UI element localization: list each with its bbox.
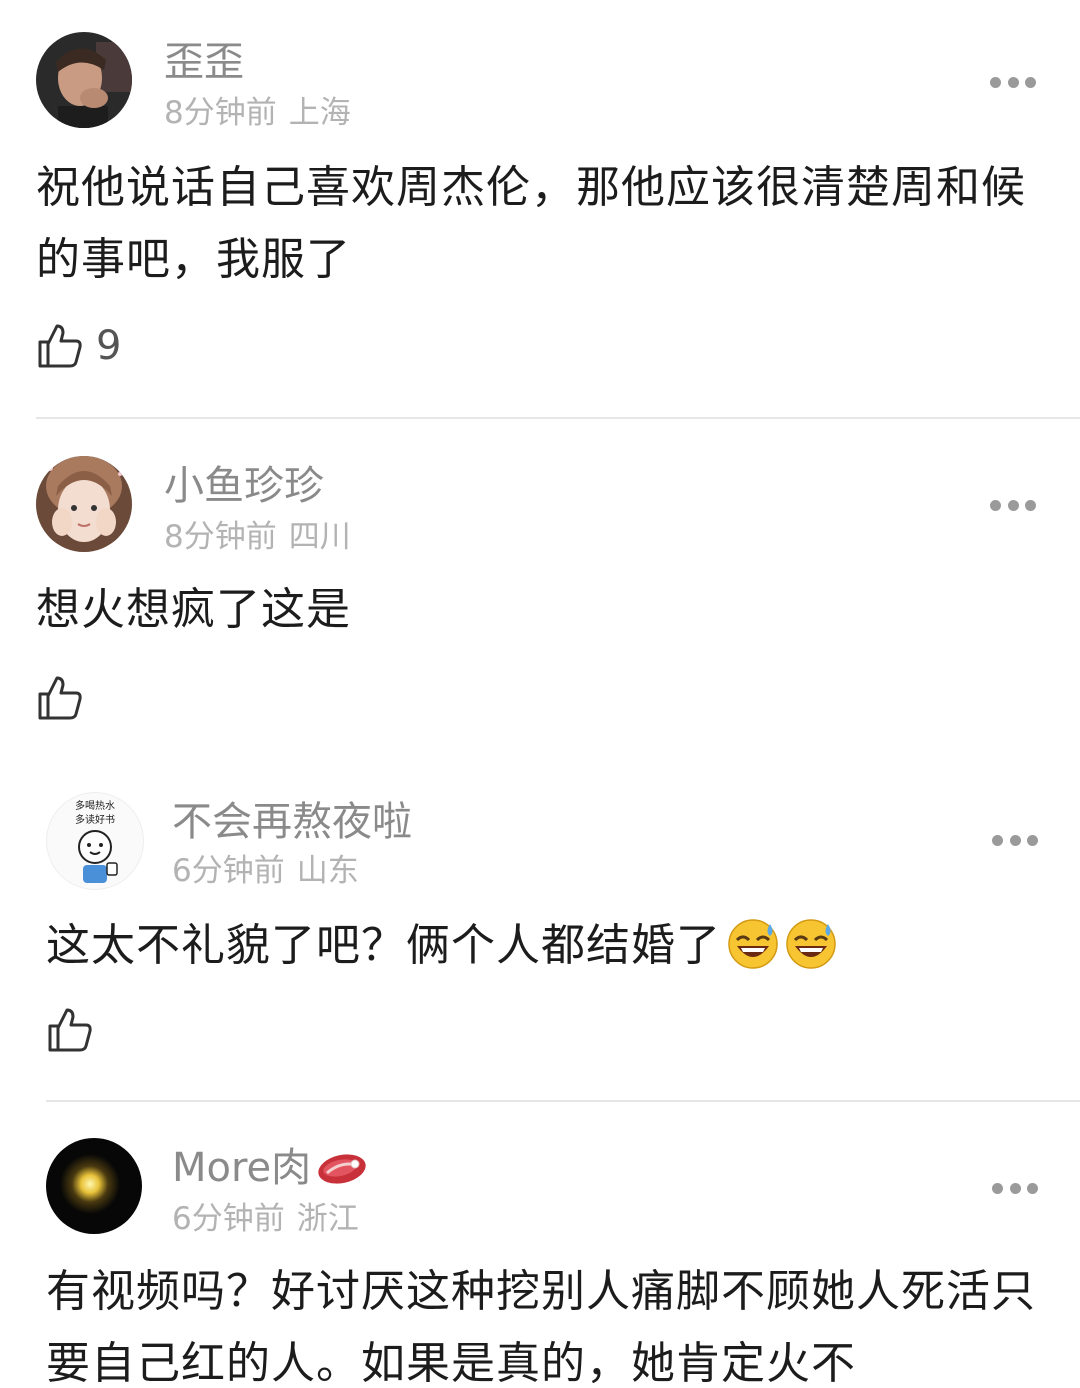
comment-meta: 6分钟前 山东 — [172, 852, 359, 890]
comment-time: 8分钟前 — [164, 95, 277, 131]
more-dots-icon[interactable] — [990, 499, 1036, 511]
avatar[interactable] — [36, 456, 132, 552]
thumbs-up-icon — [48, 1008, 92, 1052]
comment-time: 6分钟前 — [172, 1201, 285, 1237]
meat-emoji — [318, 1154, 366, 1184]
divider — [36, 417, 1080, 419]
username[interactable]: 不会再熬夜啦 — [172, 798, 412, 846]
comment-meta: 6分钟前 浙江 — [172, 1200, 359, 1238]
comment-item: More肉 6分钟前 浙江 有视频吗？好讨厌这种挖别人痛脚不顾她人死活只要自己红的… — [0, 1104, 1080, 1388]
comment-text: 祝他说话自己喜欢周杰伦，那他应该很清楚周和候的事吧，我服了 — [36, 162, 1026, 285]
avatar-caption: 多读好书 — [75, 813, 115, 826]
comment-text-body: 这太不礼貌了吧？俩个人都结婚了 — [46, 920, 721, 971]
like-button[interactable] — [46, 1006, 106, 1054]
comment-item: 歪歪 8分钟前 上海 祝他说话自己喜欢周杰伦，那他应该很清楚周和候的事吧，我服了 … — [0, 0, 1080, 420]
comment-location: 浙江 — [296, 1201, 359, 1237]
like-button[interactable] — [36, 674, 96, 722]
thumbs-up-icon — [38, 676, 82, 720]
thumbs-up-icon — [38, 324, 82, 368]
username[interactable]: 小鱼珍珍 — [164, 462, 324, 510]
username[interactable]: 歪歪 — [164, 38, 244, 86]
comment-meta: 8分钟前 上海 — [164, 94, 351, 132]
comment-meta: 8分钟前 四川 — [164, 518, 351, 556]
grinning-sweat-emoji — [728, 919, 778, 969]
username[interactable]: More肉 — [172, 1144, 369, 1192]
comment-text: 有视频吗？好讨厌这种挖别人痛脚不顾她人死活只要自己红的人。如果是真的，她肯定火不 — [46, 1266, 1036, 1388]
comment-text: 这太不礼貌了吧？俩个人都结婚了 — [46, 910, 1036, 982]
like-button[interactable]: 9 — [36, 322, 121, 370]
comment-time: 8分钟前 — [164, 519, 277, 555]
avatar[interactable] — [36, 32, 132, 128]
comment-location: 山东 — [296, 853, 359, 889]
more-dots-icon[interactable] — [990, 76, 1036, 88]
more-dots-icon[interactable] — [992, 1182, 1038, 1194]
comment-item: 多喝热水 多读好书 不会再熬夜啦 6分钟前 山东 这太不礼貌了吧？俩个人都结婚了 — [0, 770, 1080, 1104]
comment-location: 上海 — [288, 95, 351, 131]
avatar[interactable]: 多喝热水 多读好书 — [46, 792, 144, 890]
avatar-caption: 多喝热水 — [75, 799, 115, 812]
divider — [46, 1100, 1080, 1102]
comment-item: 小鱼珍珍 8分钟前 四川 想火想疯了这是 — [0, 420, 1080, 770]
like-count: 9 — [96, 323, 122, 369]
comment-time: 6分钟前 — [172, 853, 285, 889]
comment-location: 四川 — [288, 519, 351, 555]
more-dots-icon[interactable] — [992, 834, 1038, 846]
avatar[interactable] — [46, 1138, 142, 1234]
comment-text: 想火想疯了这是 — [36, 584, 351, 635]
grinning-sweat-emoji — [786, 919, 836, 969]
comment-list: 歪歪 8分钟前 上海 祝他说话自己喜欢周杰伦，那他应该很清楚周和候的事吧，我服了 … — [0, 0, 1080, 1388]
username-text: More肉 — [172, 1145, 312, 1191]
